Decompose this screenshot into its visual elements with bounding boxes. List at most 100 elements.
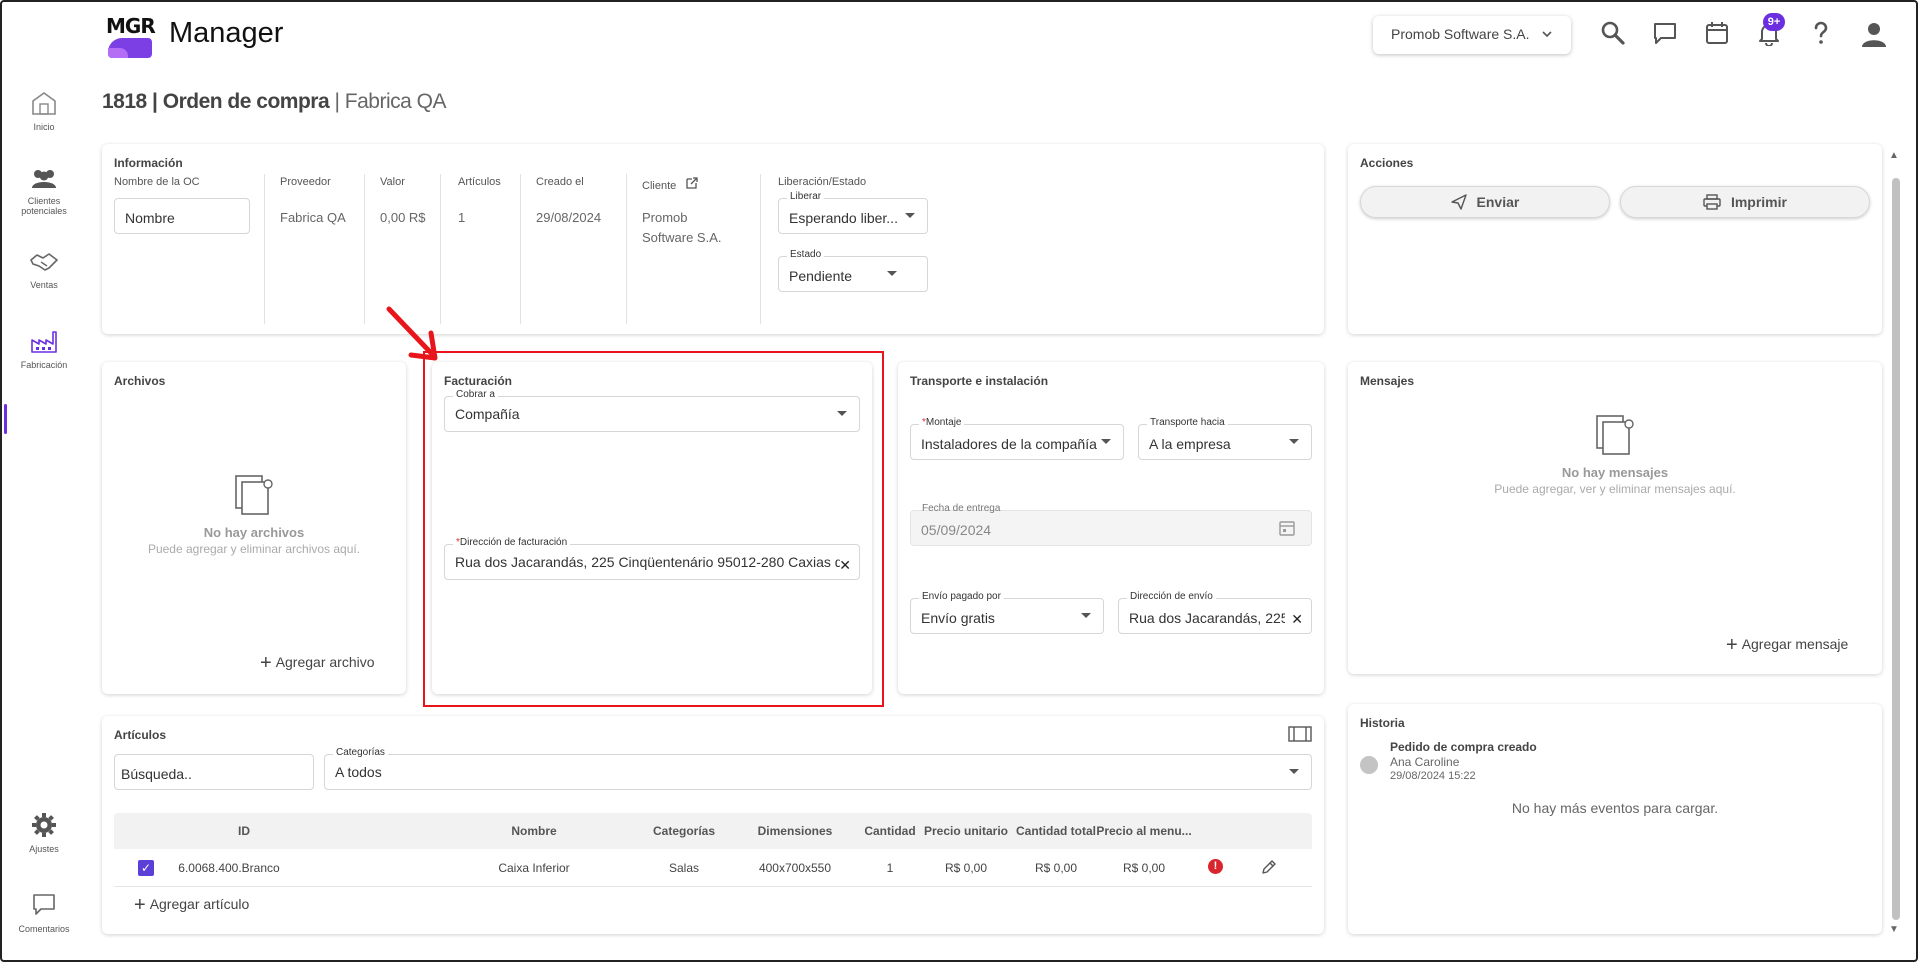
add-file-button[interactable]: + Agregar archivo	[260, 652, 375, 675]
caret-down-icon	[905, 213, 915, 218]
provider-value: Fabrica QA	[280, 210, 346, 225]
articles-search-placeholder: Búsqueda..	[121, 766, 192, 782]
release-value: Esperando liber...	[789, 210, 898, 226]
company-name: Promob Software S.A.	[1391, 26, 1530, 42]
client-value-line2: Software S.A.	[642, 230, 722, 245]
history-card: Historia Pedido de compra creado Ana Car…	[1348, 704, 1882, 934]
shipping-address-select[interactable]: Dirección de envío Rua dos Jacarandás, 2…	[1118, 591, 1312, 634]
columns-icon[interactable]	[1288, 726, 1312, 742]
charge-to-select[interactable]: Cobrar a Compañía	[444, 389, 860, 432]
col-quantity[interactable]: Cantidad	[860, 824, 920, 838]
divider	[626, 174, 627, 324]
clear-icon[interactable]: ✕	[839, 557, 851, 574]
row-id: 6.0068.400.Branco	[178, 861, 280, 875]
divider	[760, 174, 761, 324]
scroll-down-icon[interactable]: ▼	[1889, 924, 1899, 935]
col-total[interactable]: Cantidad total	[1006, 824, 1106, 838]
col-categories[interactable]: Categorías	[634, 824, 734, 838]
files-empty-title: No hay archivos	[203, 525, 305, 540]
shipping-address-label: Dirección de envío	[1127, 591, 1216, 602]
articles-search-input[interactable]: Búsqueda..	[114, 754, 314, 790]
col-name[interactable]: Nombre	[474, 824, 594, 838]
add-article-button[interactable]: + Agregar artículo	[134, 894, 249, 917]
col-retail-price[interactable]: Precio al menu...	[1094, 824, 1194, 838]
billing-address-label: *Dirección de facturación	[453, 537, 571, 548]
divider	[520, 174, 521, 324]
sidebar-item-ajustes[interactable]: Ajustes	[0, 812, 88, 854]
help-icon[interactable]	[1808, 20, 1836, 48]
calendar-icon	[1279, 521, 1295, 536]
col-id[interactable]: ID	[194, 824, 294, 838]
app-logo[interactable]: MGR	[106, 12, 156, 60]
chat-icon[interactable]	[1652, 20, 1680, 48]
row-checkbox[interactable]: ✓	[138, 860, 154, 876]
shipping-paid-label: Envío pagado por	[919, 591, 1004, 602]
value-label: Valor	[380, 176, 405, 188]
row-total: R$ 0,00	[1034, 861, 1078, 875]
categories-select[interactable]: Categorías A todos	[324, 747, 1312, 790]
transport-card: Transporte e instalación *Montaje Instal…	[898, 362, 1324, 694]
assembly-value: Instaladores de la compañía	[921, 436, 1097, 452]
created-label: Creado el	[536, 176, 584, 188]
col-unit-price[interactable]: Precio unitario	[916, 824, 1016, 838]
row-error-icon[interactable]: !	[1208, 859, 1223, 874]
users-icon	[32, 170, 56, 188]
user-icon[interactable]	[1860, 20, 1888, 48]
print-button[interactable]: Imprimir	[1620, 186, 1870, 218]
messages-card-title: Mensajes	[1360, 374, 1415, 388]
send-icon	[1450, 194, 1467, 210]
clear-icon[interactable]: ✕	[1291, 611, 1303, 628]
print-label: Imprimir	[1730, 194, 1787, 210]
comment-icon	[33, 894, 55, 915]
printer-icon	[1703, 194, 1721, 210]
value-value: 0,00 R$	[380, 210, 426, 225]
calendar-icon[interactable]	[1704, 20, 1732, 48]
caret-down-icon	[837, 411, 847, 416]
company-selector[interactable]: Promob Software S.A.	[1373, 16, 1571, 54]
sidebar-item-comentarios[interactable]: Comentarios	[0, 892, 88, 934]
status-select[interactable]: Estado Pendiente	[778, 249, 928, 292]
history-end-text: No hay más eventos para cargar.	[1511, 800, 1719, 816]
send-button[interactable]: Enviar	[1360, 186, 1610, 218]
files-empty-state: No hay archivos Puede agregar y eliminar…	[102, 472, 406, 556]
client-label: Cliente	[642, 176, 699, 192]
sidebar-item-ventas[interactable]: Ventas	[0, 250, 88, 290]
release-select[interactable]: Liberar Esperando liber...	[778, 191, 928, 234]
home-icon	[32, 92, 56, 115]
transport-to-select[interactable]: Transporte hacia A la empresa	[1138, 417, 1312, 460]
billing-address-select[interactable]: *Dirección de facturación Rua dos Jacara…	[444, 537, 860, 580]
assembly-select[interactable]: *Montaje Instaladores de la compañía	[910, 417, 1124, 460]
created-value: 29/08/2024	[536, 210, 602, 225]
transport-to-value: A la empresa	[1149, 436, 1231, 452]
shipping-paid-value: Envío gratis	[921, 610, 995, 626]
sidebar-item-label: Clientes potenciales	[21, 196, 67, 216]
shipping-paid-select[interactable]: Envío pagado por Envío gratis	[910, 591, 1104, 634]
annotation-arrow-icon	[386, 306, 438, 361]
scroll-up-icon[interactable]: ▲	[1889, 150, 1899, 161]
delivery-date-field: Fecha de entrega 05/09/2024	[910, 503, 1312, 546]
documents-icon	[235, 475, 273, 515]
add-message-label: Agregar mensaje	[1741, 636, 1849, 652]
charge-to-value: Compañía	[455, 406, 520, 422]
sidebar-item-clientes[interactable]: Clientes potenciales	[0, 168, 88, 216]
sidebar-item-inicio[interactable]: Inicio	[0, 90, 88, 132]
messages-empty-desc: Puede agregar, ver y eliminar mensajes a…	[1494, 482, 1736, 496]
sidebar-item-label: Ventas	[30, 280, 58, 290]
add-message-button[interactable]: + Agregar mensaje	[1726, 634, 1848, 657]
oc-name-input[interactable]: Nombre	[114, 198, 250, 234]
scrollbar-thumb[interactable]	[1892, 178, 1900, 920]
assembly-label-text: Montaje	[925, 417, 962, 428]
charge-to-label: Cobrar a	[453, 389, 498, 400]
page-title-sub: | Fabrica QA	[329, 90, 446, 113]
plus-icon: +	[134, 894, 146, 916]
divider	[440, 174, 441, 324]
caret-down-icon	[1289, 769, 1299, 774]
table-row[interactable]: ✓ 6.0068.400.Branco Caixa Inferior Salas…	[114, 849, 1312, 887]
handshake-icon	[30, 253, 58, 271]
search-icon[interactable]	[1600, 20, 1628, 48]
col-dimensions[interactable]: Dimensiones	[750, 824, 840, 838]
edit-pencil-icon[interactable]	[1260, 858, 1278, 876]
shipping-address-value: Rua dos Jacarandás, 225	[1129, 610, 1285, 626]
external-link-icon[interactable]	[685, 176, 699, 190]
sidebar-item-fabricacion[interactable]: Fabricación	[0, 328, 88, 370]
